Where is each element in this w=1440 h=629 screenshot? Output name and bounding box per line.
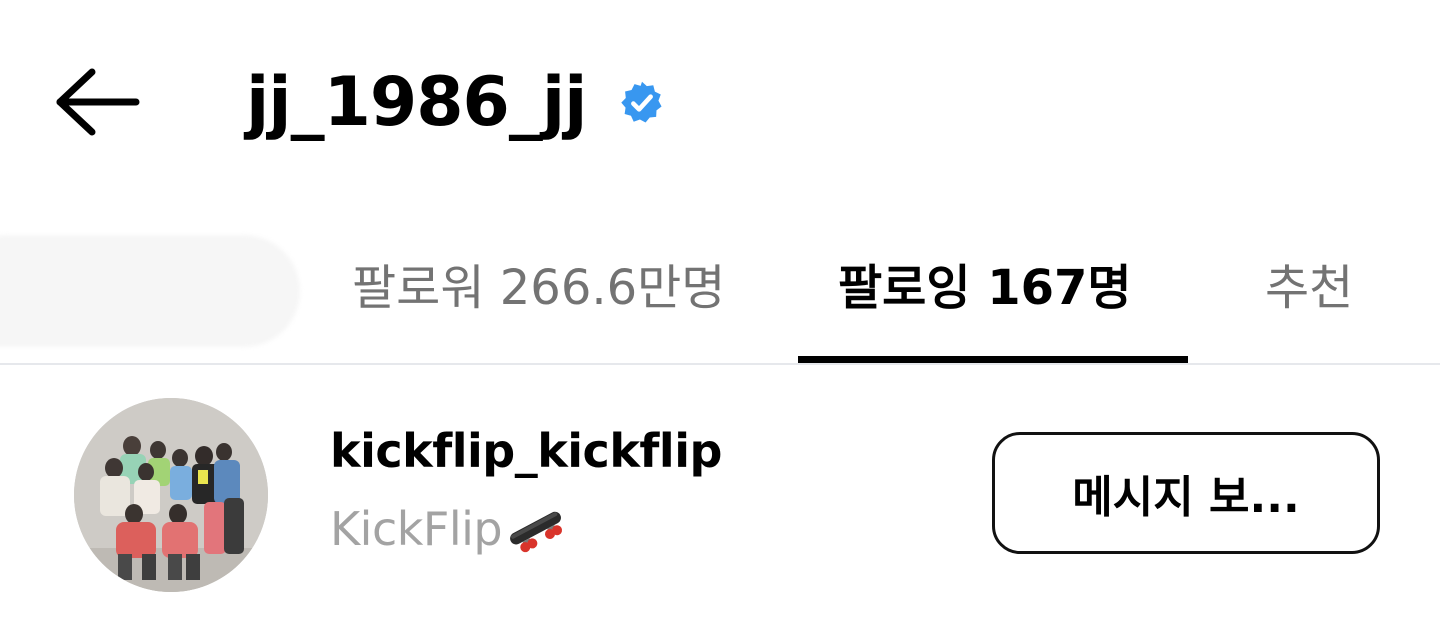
- verified-badge-icon: [620, 81, 662, 123]
- arrow-left-icon: [56, 68, 140, 136]
- active-tab-indicator: [798, 356, 1188, 363]
- back-button[interactable]: [48, 64, 148, 140]
- tab-following[interactable]: 팔로잉 167명: [838, 248, 1132, 318]
- avatar-group-photo: [74, 398, 268, 592]
- header-title-group: jj_1986_jj: [246, 55, 665, 151]
- background-smudge: [0, 235, 300, 347]
- tab-divider: [0, 363, 1440, 365]
- page-title: jj_1986_jj: [246, 63, 587, 142]
- list-item-fullname-group: KickFlip: [330, 502, 568, 556]
- tab-followers[interactable]: 팔로워 266.6만명: [352, 248, 725, 318]
- tab-suggested[interactable]: 추천: [1265, 248, 1353, 318]
- list-item-username[interactable]: kickflip_kickflip: [330, 424, 722, 478]
- message-button[interactable]: 메시지 보...: [992, 432, 1380, 554]
- skateboard-icon: [510, 511, 563, 553]
- list-item-fullname: KickFlip: [330, 502, 503, 556]
- avatar[interactable]: [74, 398, 268, 592]
- list-item[interactable]: kickflip_kickflip KickFlip 메시지 보...: [0, 380, 1440, 610]
